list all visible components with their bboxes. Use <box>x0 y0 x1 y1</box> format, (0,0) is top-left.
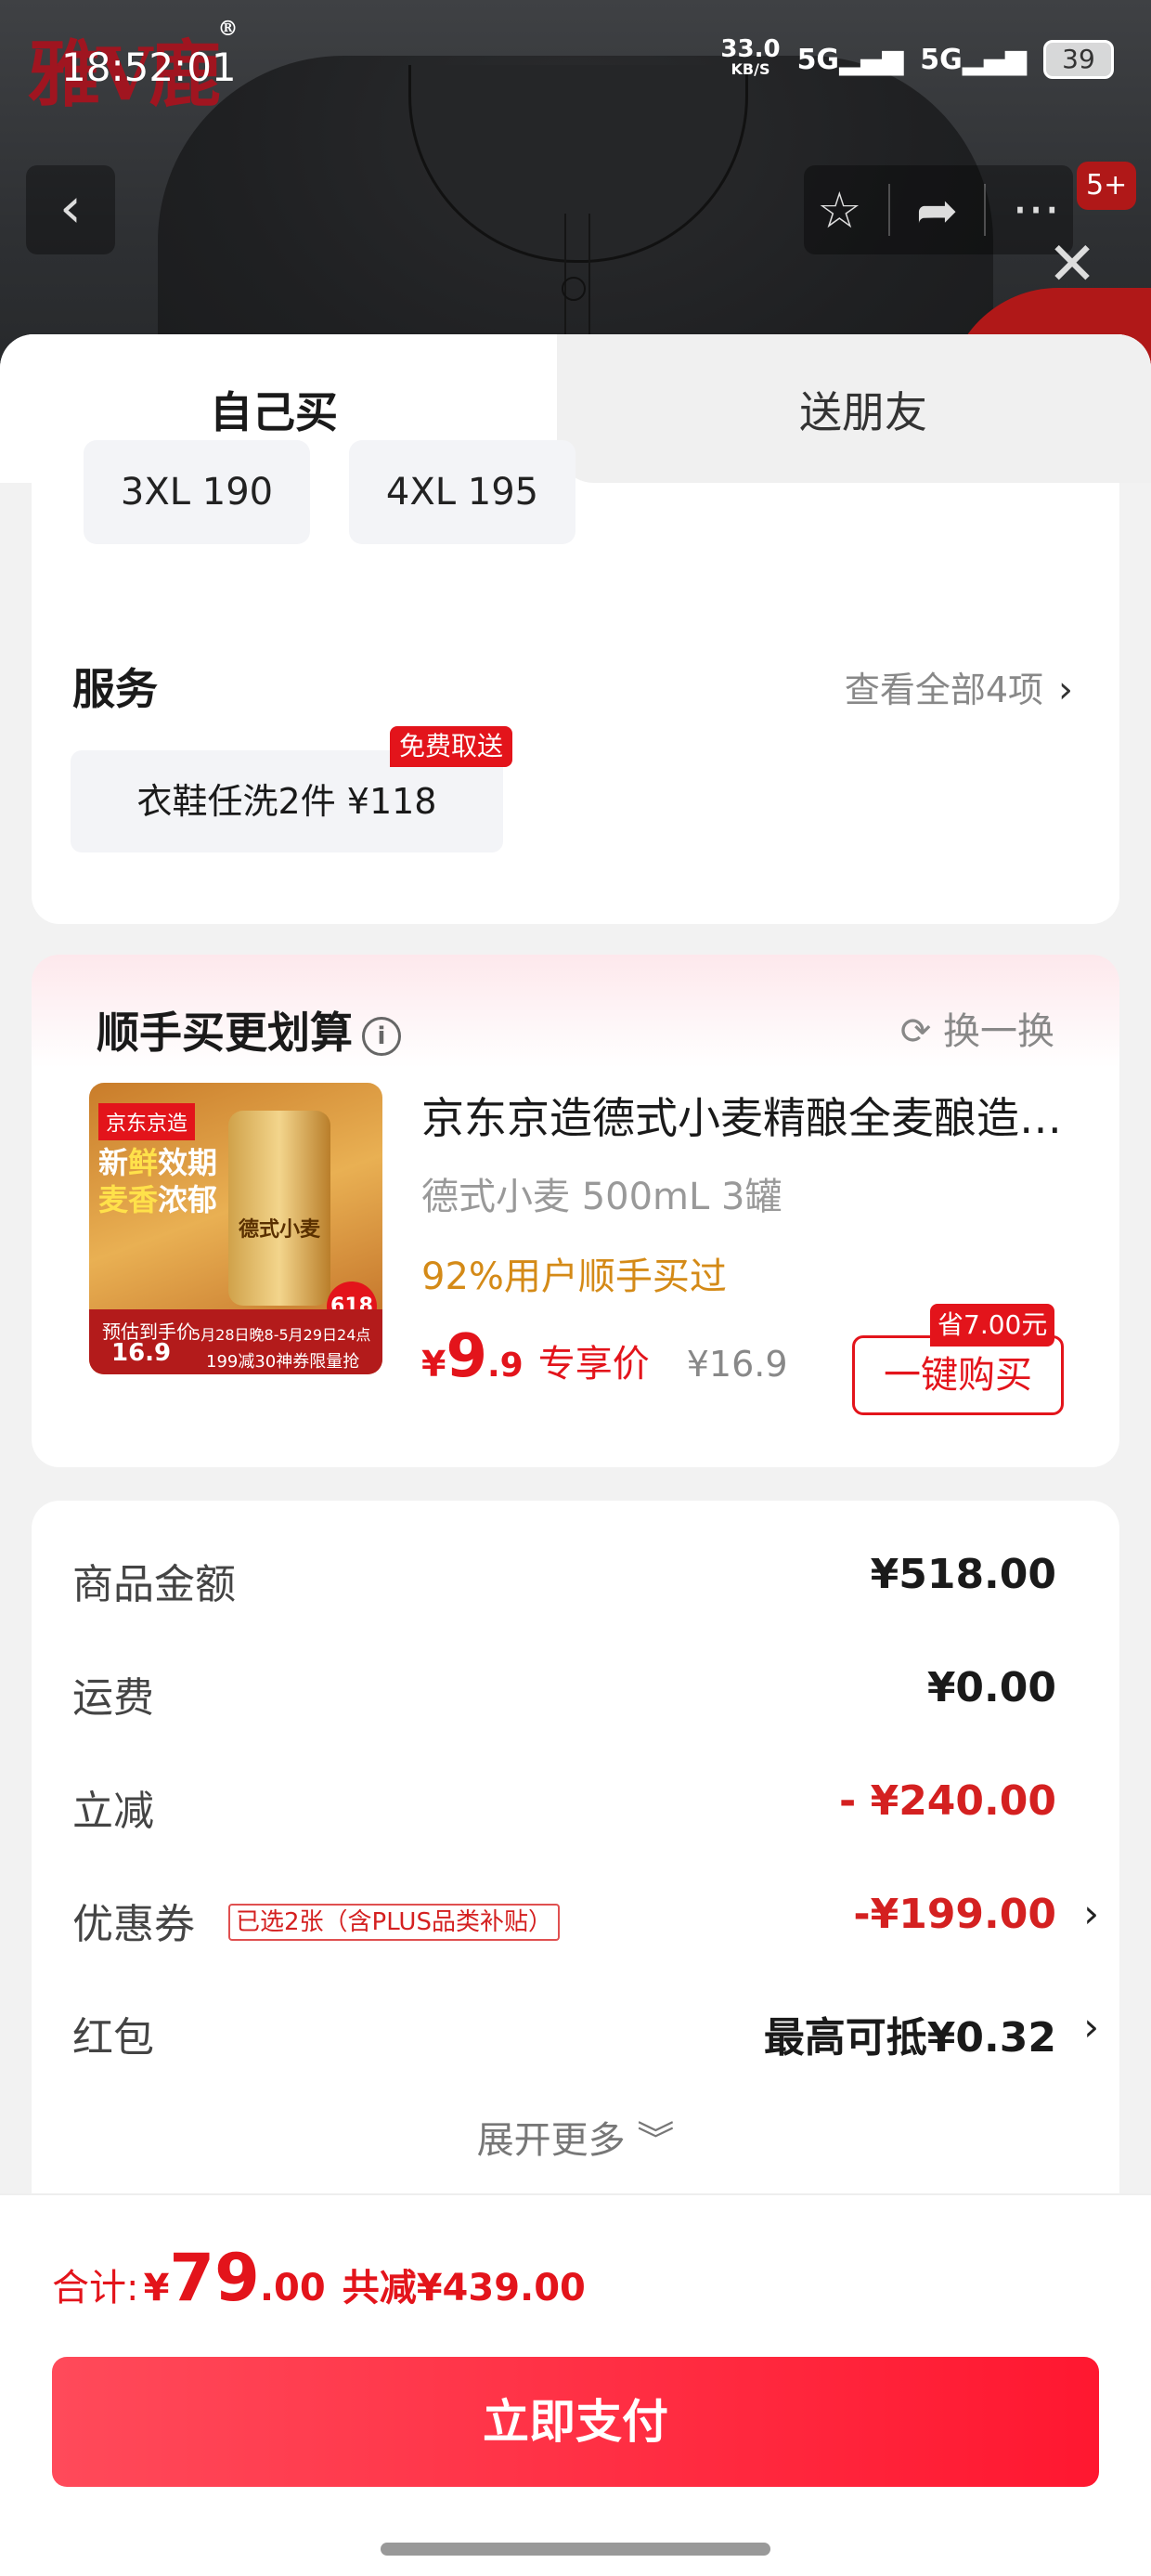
swap-button[interactable]: ⟳ 换一换 <box>900 1001 1054 1055</box>
beer-can <box>228 1111 330 1306</box>
shirt-button <box>562 277 586 301</box>
addon-product-name[interactable]: 京东京造德式小麦精酿全麦酿造啤酒 <box>421 1085 1071 1146</box>
can-label: 德式小麦 <box>238 1218 320 1242</box>
options-card: 3XL 190 4XL 195 服务 查看全部4项 › 衣鞋任洗2件 ¥118 免… <box>32 440 1119 924</box>
chevron-right-icon: › <box>1083 1891 1099 1936</box>
back-button[interactable]: ‹ <box>26 165 115 254</box>
image-headline: 新鲜效期 麦香浓郁 <box>98 1145 218 1217</box>
star-icon[interactable]: ☆ <box>817 181 861 240</box>
tab-friend[interactable]: 送朋友 <box>576 379 1151 440</box>
pay-now-button[interactable]: 立即支付 <box>52 2357 1099 2487</box>
info-icon[interactable]: i <box>362 1016 401 1056</box>
chevron-right-icon: › <box>1083 2004 1099 2049</box>
free-pickup-tag: 免费取送 <box>390 726 513 767</box>
addon-product-spec: 德式小麦 500mL 3罐 <box>421 1176 782 1218</box>
close-icon[interactable]: ✕ <box>1044 235 1100 294</box>
summary-row-redpacket[interactable]: 红包 最高可抵¥0.32 › <box>72 1995 1112 2069</box>
addon-title: 顺手买更划算 i <box>97 999 401 1060</box>
home-indicator[interactable] <box>381 2543 770 2556</box>
signal-icon: 5G▂▄▆ <box>796 43 904 76</box>
checkout-bar: 合计: ¥79.00 共减¥439.00 立即支付 <box>0 2193 1151 2576</box>
refresh-icon: ⟳ <box>899 1010 932 1053</box>
addon-card: 顺手买更划算 i ⟳ 换一换 京东京造 新鲜效期 麦香浓郁 德式小麦 618 预估… <box>32 955 1119 1467</box>
size-option-3xl[interactable]: 3XL 190 <box>84 440 310 544</box>
cart-badge: 5+ <box>1077 162 1137 210</box>
tab-self[interactable]: 自己买 <box>0 379 548 440</box>
status-bar: 33.0 KB/S 5G▂▄▆ 5G▂▄▆ 39 <box>720 35 1114 80</box>
share-icon[interactable]: ➦ <box>916 181 958 240</box>
summary-row-goods: 商品金额 ¥518.00 <box>72 1551 1056 1608</box>
price-summary-card: 商品金额 ¥518.00 运费 ¥0.00 立减 - ¥240.00 优惠券 已… <box>32 1501 1119 2290</box>
service-title: 服务 <box>72 664 158 714</box>
service-view-all[interactable]: 查看全部4项 › <box>845 661 1073 712</box>
image-brand: 京东京造 <box>98 1103 196 1140</box>
signal-icon-2: 5G▂▄▆ <box>920 43 1027 76</box>
battery-icon: 39 <box>1043 40 1114 79</box>
summary-row-discount: 立减 - ¥240.00 <box>72 1777 1056 1835</box>
one-click-buy-button[interactable]: 一键购买 <box>852 1335 1064 1415</box>
image-price-strip: 预估到手价 16.9 5月28日晚8-5月29日24点 199减30神券限量抢 <box>89 1309 382 1374</box>
expand-more-button[interactable]: 展开更多 ︾ <box>32 2110 1119 2164</box>
net-speed: 33.0 KB/S <box>720 35 781 78</box>
coupon-tag: 已选2张（含PLUS品类补贴） <box>228 1904 560 1941</box>
status-time: 18:52:01 <box>61 45 237 90</box>
addon-price: ¥9.9 专享价 ¥16.9 <box>421 1322 788 1391</box>
beer-product-image[interactable]: 京东京造 新鲜效期 麦香浓郁 德式小麦 618 预估到手价 16.9 5月28日… <box>89 1083 382 1374</box>
summary-row-coupon[interactable]: 优惠券 已选2张（含PLUS品类补贴） -¥199.00 › <box>72 1881 1112 1956</box>
size-option-4xl[interactable]: 4XL 195 <box>349 440 576 544</box>
toolbar: ☆ ➦ ··· <box>804 165 1073 254</box>
summary-row-shipping: 运费 ¥0.00 <box>72 1664 1056 1722</box>
addon-buy-rate: 92%用户顺手买过 <box>421 1255 727 1298</box>
total-price: 合计: ¥79.00 共减¥439.00 <box>52 2240 586 2316</box>
save-tag: 省7.00元 <box>930 1304 1055 1347</box>
